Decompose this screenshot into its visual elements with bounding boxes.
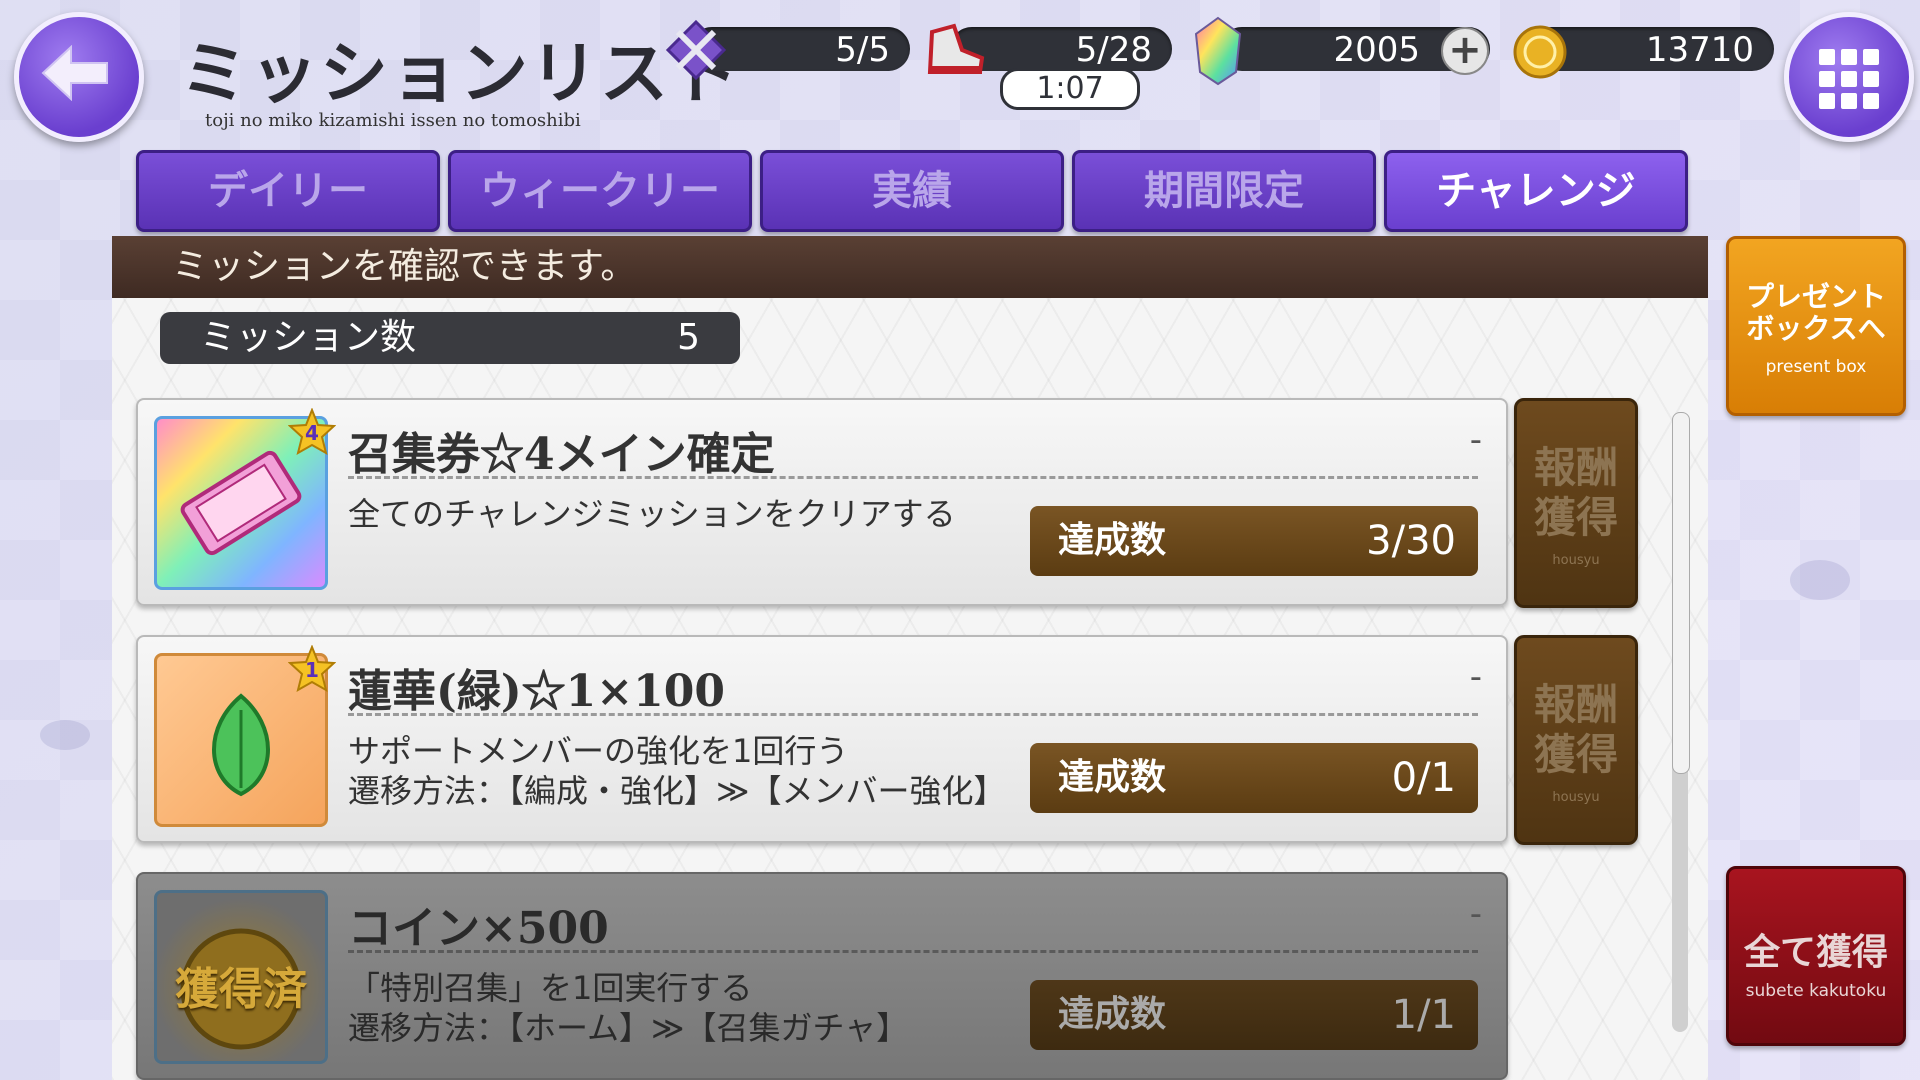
mission-reward: 蓮華(緑)☆1×100 <box>348 666 725 717</box>
mission-progress: 達成数 1/1 <box>1030 980 1478 1050</box>
stamina-timer: 1:07 <box>1000 68 1140 110</box>
mission-status: - <box>1469 420 1482 460</box>
divider <box>348 476 1478 479</box>
tab-limited[interactable]: 期間限定 <box>1072 150 1376 232</box>
mission-row: 4 召集券☆4メイン確定 - 全てのチャレンジミッションをクリアする 達成数 3… <box>136 398 1508 606</box>
collect-all-button[interactable]: 全て獲得 subete kakutoku <box>1726 866 1906 1046</box>
tab-challenge[interactable]: チャレンジ <box>1384 150 1688 232</box>
divider <box>348 950 1478 953</box>
gem-icon <box>1194 16 1242 86</box>
scroll-thumb[interactable] <box>1672 412 1690 774</box>
claim-reward-button[interactable]: 報酬獲得 housyu <box>1514 635 1638 845</box>
mission-description: 全てのチャレンジミッションをクリアする <box>348 495 956 533</box>
scrollbar[interactable] <box>1672 412 1690 1032</box>
present-box-button[interactable]: プレゼントボックスへ present box <box>1726 236 1906 416</box>
mission-status: - <box>1469 894 1482 934</box>
coin-icon: 獲得済 <box>154 890 328 1064</box>
mission-progress: 達成数 3/30 <box>1030 506 1478 576</box>
svg-text:1: 1 <box>305 658 319 682</box>
mission-progress: 達成数 0/1 <box>1030 743 1478 813</box>
buy-gems-button[interactable]: + <box>1441 27 1489 75</box>
tab-achievements[interactable]: 実績 <box>760 150 1064 232</box>
back-arrow-icon <box>41 45 108 101</box>
crossed-swords-icon <box>665 19 727 81</box>
claim-reward-button[interactable]: 報酬獲得 housyu <box>1514 398 1638 608</box>
page-subtitle: toji no miko kizamishi issen no tomoshib… <box>205 110 581 131</box>
tab-weekly[interactable]: ウィークリー <box>448 150 752 232</box>
mission-row: 獲得済 コイン×500 - 「特別召集」を1回実行する 遷移方法：【ホーム】≫【… <box>136 872 1508 1080</box>
mission-count: ミッション数 5 <box>160 312 740 364</box>
mission-row: 1 蓮華(緑)☆1×100 - サポートメンバーの強化を1回行う 遷移方法：【編… <box>136 635 1508 843</box>
star-badge-icon: 4 <box>288 408 336 456</box>
page-title: ミッションリスト <box>180 34 741 114</box>
mission-reward: 召集券☆4メイン確定 <box>348 429 775 480</box>
menu-button[interactable] <box>1784 12 1914 142</box>
coin-icon <box>1513 25 1567 79</box>
acquired-stamp: 獲得済 <box>175 964 307 1015</box>
back-button[interactable] <box>14 12 144 142</box>
info-banner: ミッションを確認できます。 <box>112 236 1708 298</box>
svg-text:4: 4 <box>305 421 319 445</box>
grid-icon <box>1819 49 1879 109</box>
tab-daily[interactable]: デイリー <box>136 150 440 232</box>
divider <box>348 713 1478 716</box>
star-badge-icon: 1 <box>288 645 336 693</box>
mission-status: - <box>1469 657 1482 697</box>
sneaker-icon <box>927 23 985 74</box>
mission-description: サポートメンバーの強化を1回行う 遷移方法：【編成・強化】≫【メンバー強化】 <box>348 732 1006 810</box>
mission-description: 「特別召集」を1回実行する 遷移方法：【ホーム】≫【召集ガチャ】 <box>348 969 909 1047</box>
mission-reward: コイン×500 <box>348 903 609 954</box>
